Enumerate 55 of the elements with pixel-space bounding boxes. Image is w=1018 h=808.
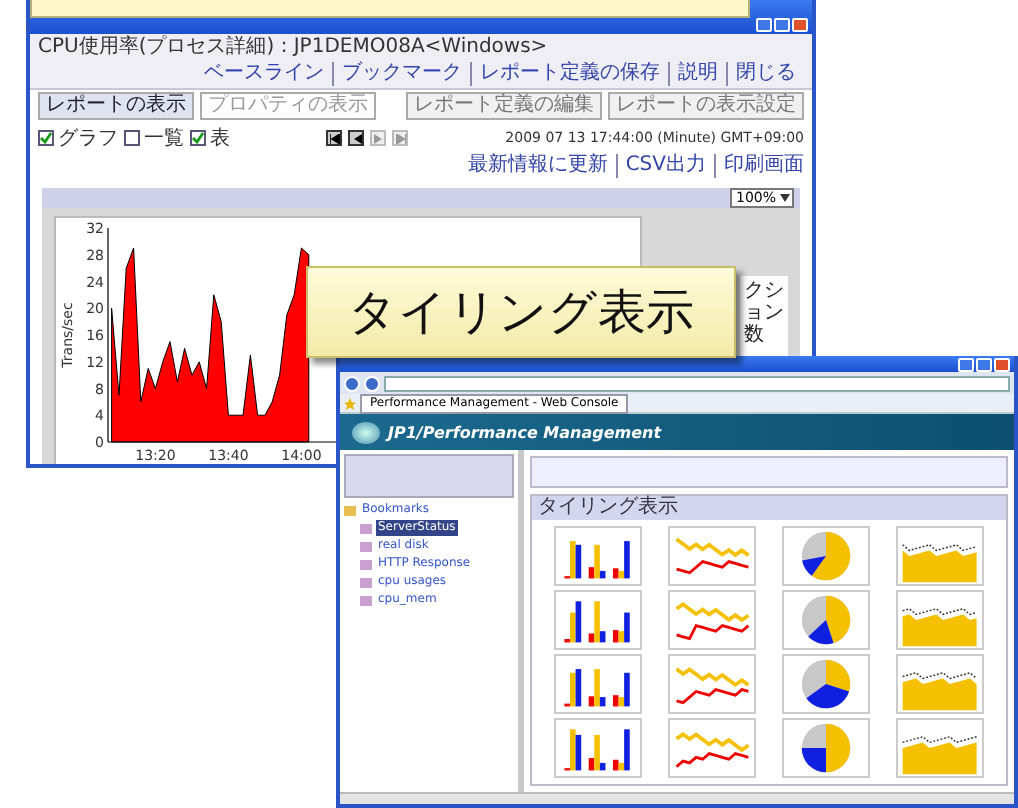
nav-button[interactable]: [326, 130, 343, 146]
mini-pie-chart: [781, 526, 870, 586]
checkbox[interactable]: [190, 130, 206, 146]
mini-bar-chart: [554, 654, 643, 714]
mini-bar-chart: [554, 718, 643, 778]
restore-button[interactable]: [976, 357, 992, 371]
mini-line-chart: [668, 526, 757, 586]
tab[interactable]: レポートの表示: [38, 92, 194, 120]
nav-button[interactable]: [348, 130, 365, 146]
check-icon: [192, 132, 204, 144]
header-link[interactable]: ベースライン: [196, 62, 332, 86]
mini-bar-chart: [554, 590, 643, 650]
close-button[interactable]: [994, 357, 1010, 371]
checkbox-label: グラフ: [58, 126, 118, 152]
action-link[interactable]: 最新情報に更新: [459, 154, 616, 178]
mini-line-chart: [668, 590, 757, 650]
panel-title: タイリング表示: [538, 496, 678, 520]
checkbox-label: 一覧: [144, 126, 184, 152]
header-link[interactable]: ブックマーク: [332, 62, 470, 86]
header-link[interactable]: 説明: [668, 62, 726, 86]
dropdown-caret-icon: [780, 194, 790, 202]
address-field[interactable]: [384, 375, 1010, 391]
action-link[interactable]: 印刷画面: [714, 154, 812, 178]
mini-pie-chart: [781, 654, 870, 714]
callout-label: タイリング表示: [306, 266, 736, 358]
mini-bar-chart: [554, 526, 643, 586]
mini-pie-chart: [781, 718, 870, 778]
mini-line-chart: [668, 718, 757, 778]
star-icon[interactable]: [344, 397, 356, 409]
mini-area-chart: [895, 590, 984, 650]
header-link[interactable]: 閉じる: [726, 62, 804, 86]
action-link[interactable]: CSV出力: [615, 154, 714, 178]
checkbox[interactable]: [124, 130, 140, 146]
mini-area-chart: [895, 718, 984, 778]
back-button[interactable]: [344, 375, 360, 391]
product-name: JP1/Performance Management: [388, 423, 662, 441]
checkbox-label: 表: [210, 125, 230, 152]
forward-button[interactable]: [364, 375, 380, 391]
toolbar-button[interactable]: レポート定義の編集: [406, 92, 602, 120]
toolbar-button[interactable]: レポートの表示設定: [608, 92, 804, 120]
mini-line-chart: [668, 654, 757, 714]
report-title: CPU使用率(プロセス詳細) : JP1DEMO08A<Windows>: [38, 36, 550, 60]
minimize-button[interactable]: [756, 18, 772, 32]
checkbox[interactable]: [38, 130, 54, 146]
close-button[interactable]: [792, 18, 808, 32]
header-link[interactable]: レポート定義の保存: [470, 62, 668, 86]
logo-icon: [352, 421, 380, 443]
mini-area-chart: [895, 654, 984, 714]
folder-icon: [344, 504, 356, 516]
chart-legend: クション数: [740, 276, 788, 358]
mini-pie-chart: [781, 590, 870, 650]
minimize-button[interactable]: [958, 357, 974, 371]
restore-button[interactable]: [774, 18, 790, 32]
check-icon: [40, 132, 52, 144]
mini-area-chart: [895, 526, 984, 586]
